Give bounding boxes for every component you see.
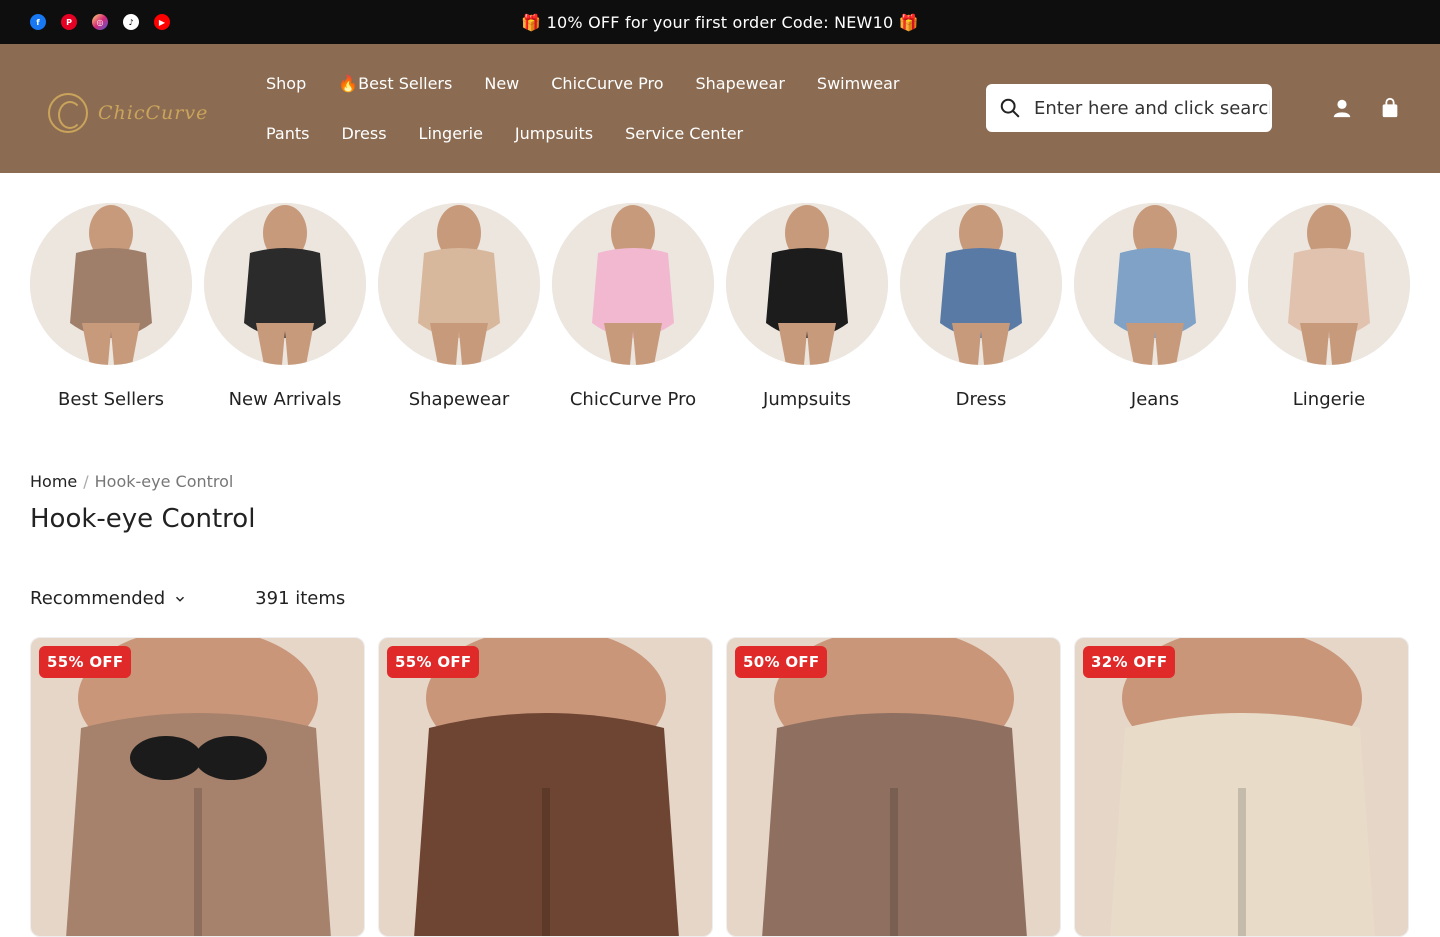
category-carousel: Best Sellers New Arrivals Shapewear ChicCur…	[30, 203, 1410, 410]
nav-item[interactable]: Shop	[250, 74, 322, 93]
nav-item[interactable]: New	[468, 74, 535, 93]
search-input[interactable]	[1034, 97, 1270, 119]
product-card[interactable]: 55% OFF	[30, 637, 365, 937]
breadcrumb: Home / Hook-eye Control	[30, 472, 233, 491]
product-card[interactable]: 50% OFF	[726, 637, 1061, 937]
category-image	[552, 203, 714, 365]
category-image	[1074, 203, 1236, 365]
category-image	[726, 203, 888, 365]
category-label: Dress	[955, 389, 1007, 410]
sort-label: Recommended	[30, 588, 166, 609]
discount-badge: 50% OFF	[735, 646, 828, 678]
discount-badge: 55% OFF	[39, 646, 132, 678]
sort-dropdown[interactable]: Recommended	[30, 588, 187, 609]
social-links: f P ◎ ♪ ▶	[30, 14, 170, 30]
nav-item[interactable]: 🔥Best Sellers	[322, 74, 468, 93]
category-image	[30, 203, 192, 365]
collection-toolbar: Recommended 391 items	[30, 588, 345, 609]
logo-mark-icon	[48, 93, 88, 133]
facebook-icon[interactable]: f	[30, 14, 46, 30]
category-label: Lingerie	[1292, 389, 1366, 410]
category-item[interactable]: Jumpsuits	[726, 203, 888, 410]
nav-item[interactable]: Jumpsuits	[499, 124, 609, 143]
discount-badge: 32% OFF	[1083, 646, 1176, 678]
category-image	[204, 203, 366, 365]
tiktok-icon[interactable]: ♪	[123, 14, 139, 30]
product-image	[1075, 638, 1408, 936]
breadcrumb-separator: /	[83, 472, 89, 491]
category-label: Best Sellers	[58, 389, 164, 410]
category-label: Jumpsuits	[763, 389, 851, 410]
product-grid: 55% OFF 55% OFF 50% OFF 32% OFF	[30, 637, 1409, 937]
site-header: ChicCurve Shop 🔥Best Sellers New ChicCurve …	[0, 44, 1440, 173]
main-nav: Shop 🔥Best Sellers New ChicCurve Pro Shapewe…	[250, 64, 940, 164]
nav-row-1: Shop 🔥Best Sellers New ChicCurve Pro Shapewe…	[250, 64, 940, 102]
nav-item[interactable]: Service Center	[609, 124, 759, 143]
discount-badge: 55% OFF	[387, 646, 480, 678]
category-image	[900, 203, 1062, 365]
logo-text: ChicCurve	[98, 102, 209, 124]
cart-icon[interactable]	[1378, 96, 1402, 120]
nav-item[interactable]: Swimwear	[801, 74, 916, 93]
category-item[interactable]: Shapewear	[378, 203, 540, 410]
breadcrumb-home-link[interactable]: Home	[30, 472, 77, 491]
product-image	[379, 638, 712, 936]
nav-item[interactable]: Dress	[325, 124, 402, 143]
category-label: Shapewear	[408, 389, 510, 410]
category-image	[378, 203, 540, 365]
category-item[interactable]: Best Sellers	[30, 203, 192, 410]
page-title: Hook-eye Control	[30, 504, 256, 534]
search-icon[interactable]	[986, 84, 1034, 132]
announcement-text: 🎁 10% OFF for your first order Code: NEW…	[521, 12, 919, 32]
category-label: ChicCurve Pro	[569, 389, 697, 410]
instagram-icon[interactable]: ◎	[92, 14, 108, 30]
category-item[interactable]: Lingerie	[1248, 203, 1410, 410]
youtube-icon[interactable]: ▶	[154, 14, 170, 30]
pinterest-icon[interactable]: P	[61, 14, 77, 30]
brand-logo[interactable]: ChicCurve	[48, 88, 223, 138]
category-label: Jeans	[1130, 389, 1180, 410]
category-item[interactable]: Dress	[900, 203, 1062, 410]
category-label: New Arrivals	[228, 389, 342, 410]
category-image	[1248, 203, 1410, 365]
category-item[interactable]: Jeans	[1074, 203, 1236, 410]
nav-item[interactable]: Shapewear	[679, 74, 800, 93]
category-item[interactable]: ChicCurve Pro	[552, 203, 714, 410]
nav-item[interactable]: Lingerie	[403, 124, 499, 143]
product-card[interactable]: 55% OFF	[378, 637, 713, 937]
breadcrumb-current: Hook-eye Control	[94, 472, 234, 491]
search-box	[986, 84, 1272, 132]
announcement-bar: f P ◎ ♪ ▶ 🎁 10% OFF for your first order Cod…	[0, 0, 1440, 44]
product-image	[727, 638, 1060, 936]
product-image	[31, 638, 364, 936]
nav-item[interactable]: ChicCurve Pro	[535, 74, 679, 93]
item-count: 391 items	[255, 588, 346, 609]
product-card[interactable]: 32% OFF	[1074, 637, 1409, 937]
account-icon[interactable]	[1330, 96, 1354, 120]
chevron-down-icon	[176, 596, 185, 602]
nav-row-2: Pants Dress Lingerie Jumpsuits Service Cente…	[250, 114, 940, 152]
nav-item[interactable]: Pants	[250, 124, 325, 143]
category-item[interactable]: New Arrivals	[204, 203, 366, 410]
